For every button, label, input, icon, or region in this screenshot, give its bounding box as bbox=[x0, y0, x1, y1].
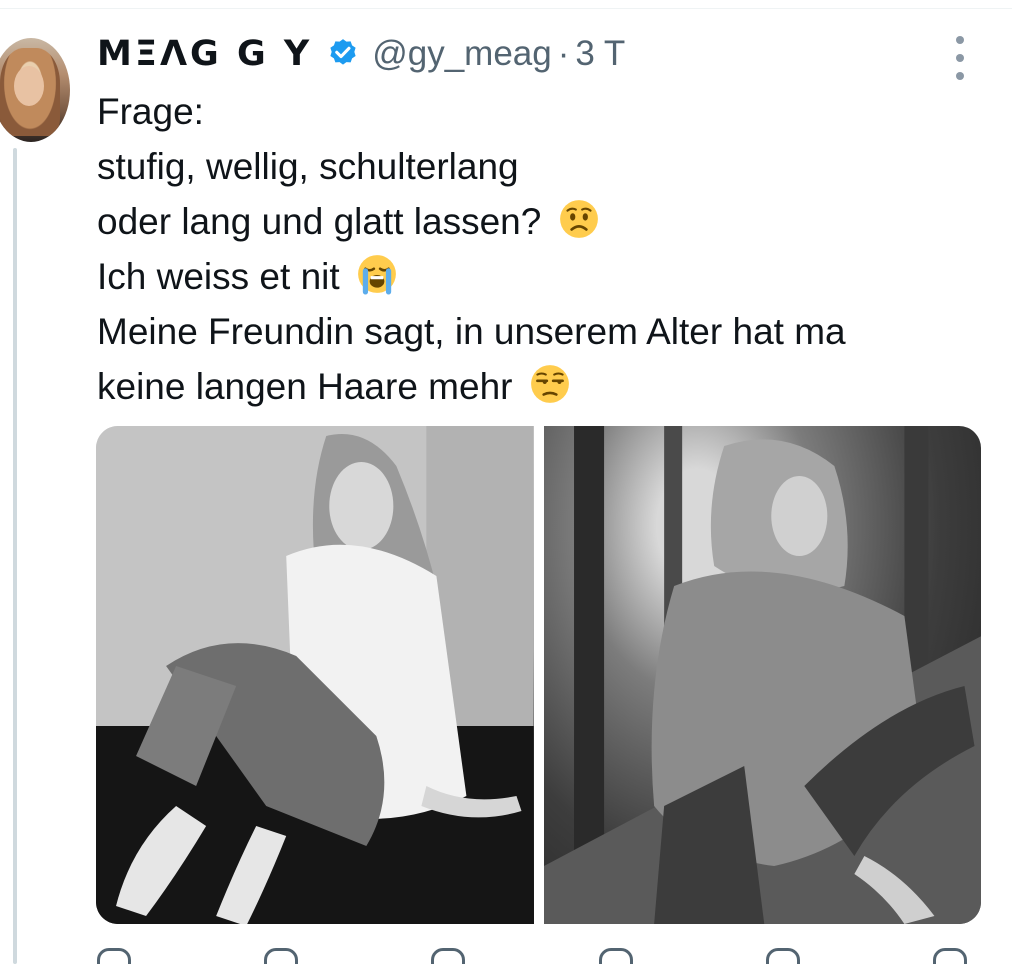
photo-left-illustration bbox=[96, 426, 534, 924]
tweet-text-line: oder lang und glatt lassen? bbox=[97, 194, 987, 249]
tweet-text-line: Ich weiss et nit bbox=[97, 249, 987, 304]
user-handle[interactable]: @gy_meag bbox=[372, 34, 552, 74]
unamused-face-emoji bbox=[530, 365, 569, 403]
tweet-action-bar bbox=[97, 948, 967, 964]
tweet-text-line: Frage: bbox=[97, 91, 204, 132]
photo-woman-white-shirt-jeans[interactable] bbox=[96, 426, 534, 924]
display-name[interactable]: MΞΛG G Y bbox=[97, 34, 312, 74]
tweet-media bbox=[96, 426, 981, 924]
tweet-text-line: Meine Freundin sagt, in unserem Alter ha… bbox=[97, 311, 846, 352]
views-icon[interactable] bbox=[598, 948, 633, 964]
more-options-icon[interactable] bbox=[940, 36, 980, 80]
top-divider bbox=[0, 8, 1012, 9]
share-icon[interactable] bbox=[932, 948, 967, 964]
tweet-text-line: keine langen Haare mehr bbox=[97, 359, 987, 414]
more-dot bbox=[956, 54, 964, 62]
photo-woman-knit-sweater-forest[interactable] bbox=[543, 426, 981, 924]
bookmark-icon[interactable] bbox=[765, 948, 800, 964]
like-icon[interactable] bbox=[431, 948, 466, 964]
loudly-crying-face-emoji bbox=[358, 255, 396, 295]
avatar[interactable] bbox=[0, 38, 70, 142]
more-dot bbox=[956, 36, 964, 44]
separator-dot: · bbox=[557, 34, 570, 73]
tweet-timestamp[interactable]: 3 T bbox=[575, 34, 625, 74]
photo-right-illustration bbox=[543, 426, 981, 924]
more-dot bbox=[956, 72, 964, 80]
worried-face-emoji bbox=[559, 200, 598, 238]
avatar-face bbox=[14, 66, 44, 106]
tweet-header: MΞΛG G Y @gy_meag · 3 T bbox=[97, 30, 625, 78]
repost-icon[interactable] bbox=[264, 948, 299, 964]
reply-icon[interactable] bbox=[97, 948, 131, 964]
tweet-text-line: stufig, wellig, schulterlang bbox=[97, 146, 519, 187]
verified-badge-icon[interactable] bbox=[326, 37, 360, 71]
thread-line bbox=[13, 148, 17, 964]
tweet-text: Frage: stufig, wellig, schulterlang oder… bbox=[97, 84, 987, 414]
